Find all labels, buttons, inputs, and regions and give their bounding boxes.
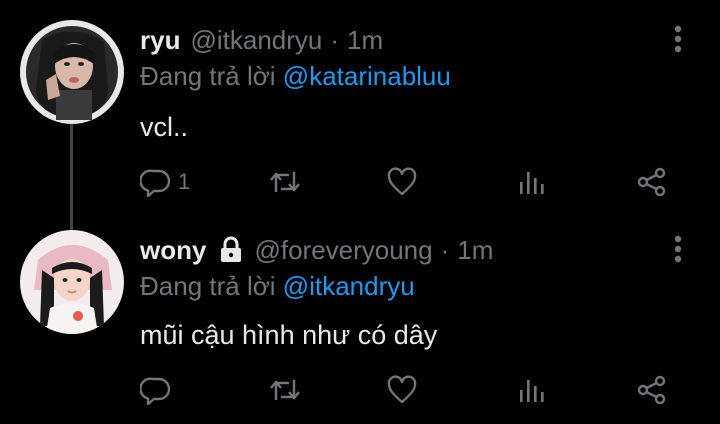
retweet-icon [270, 172, 300, 192]
action-bar [140, 370, 680, 410]
replying-to-label: Đang trả lời [140, 271, 276, 301]
user-handle[interactable]: @foreveryoung [254, 234, 432, 266]
retweet-icon [270, 380, 300, 400]
avatar[interactable] [20, 20, 124, 124]
replying-to: Đang trả lời @katarinabluu [140, 60, 451, 92]
retweet-button[interactable] [268, 370, 302, 410]
timestamp[interactable]: 1m [347, 24, 383, 56]
timestamp[interactable]: 1m [457, 234, 493, 266]
share-icon [637, 167, 666, 197]
views-icon [520, 380, 544, 402]
share-button[interactable] [636, 162, 668, 202]
share-button[interactable] [636, 370, 668, 410]
share-icon [637, 375, 666, 405]
reply-button[interactable]: 1 [140, 162, 190, 202]
mention-link[interactable]: @katarinabluu [283, 61, 451, 91]
tweet-header: wony @foreveryoung · 1m [140, 234, 493, 266]
lock-icon [218, 236, 244, 264]
reply-count: 1 [178, 169, 191, 194]
display-name[interactable]: wony [140, 234, 206, 266]
tweet[interactable]: wony @foreveryoung · 1m Đang trả lời @it… [0, 220, 720, 424]
like-button[interactable] [386, 370, 418, 410]
reply-icon [140, 169, 171, 198]
tweet-text: vcl.. [140, 112, 189, 142]
tweet[interactable]: ryu @itkandryu · 1m Đang trả lời @katari… [0, 0, 720, 230]
display-name[interactable]: ryu [140, 24, 180, 56]
tweet-header: ryu @itkandryu · 1m [140, 24, 383, 56]
thread-line [70, 124, 73, 230]
views-icon [520, 172, 544, 194]
conversation-thread: ryu @itkandryu · 1m Đang trả lời @katari… [0, 0, 720, 424]
like-icon [387, 375, 417, 404]
mention-link[interactable]: @itkandryu [283, 271, 415, 301]
action-bar: 1 [140, 162, 680, 202]
replying-to: Đang trả lời @itkandryu [140, 270, 415, 302]
separator: · [440, 235, 450, 265]
reply-button[interactable] [140, 370, 178, 410]
avatar[interactable] [20, 230, 124, 334]
like-icon [387, 167, 417, 196]
tweet-text: mũi cậu hình như có dây [140, 320, 438, 350]
reply-icon [140, 377, 171, 406]
replying-to-label: Đang trả lời [140, 61, 276, 91]
user-handle[interactable]: @itkandryu [190, 24, 322, 56]
more-vertical-icon[interactable] [670, 234, 686, 264]
separator: · [330, 25, 340, 55]
retweet-button[interactable] [268, 162, 302, 202]
more-vertical-icon[interactable] [670, 24, 686, 54]
views-button[interactable] [516, 370, 546, 410]
like-button[interactable] [386, 162, 418, 202]
views-button[interactable] [516, 162, 546, 202]
